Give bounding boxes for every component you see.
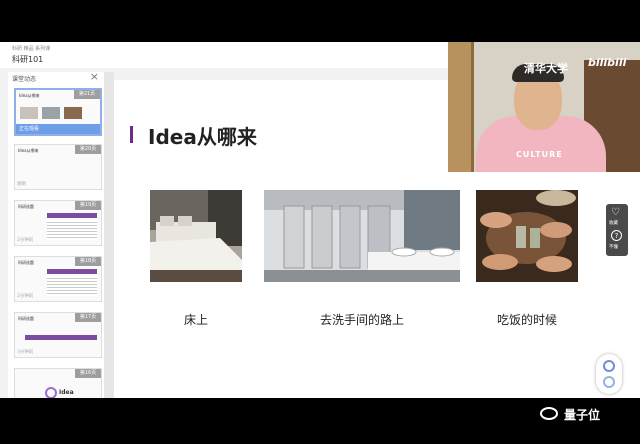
thumbnail-heading [47,269,97,274]
bed-photo [150,190,242,282]
question-label[interactable]: 不懂 [609,244,618,250]
page-badge: 第17页 [75,313,101,322]
question-icon[interactable]: ? [611,230,622,241]
photo-caption: 吃饭的时候 [496,313,557,327]
thumbnail-status: 刚刚 [17,182,26,187]
heart-icon[interactable]: ♡ [611,207,620,218]
thumbnail-status: 2分钟前 [17,294,34,299]
page-badge: 第20页 [75,145,101,154]
webcam-video: CULTURE 清华大学 bilibili [448,42,640,172]
page-badge: 第18页 [75,257,101,266]
lightbulb-icon [45,387,57,398]
favorite-label[interactable]: 收藏 [609,220,618,226]
thumbnail-title: 科研选题 [18,316,34,321]
sidebar-header: 课堂动态 [12,76,37,83]
page-badge: 第16页 [75,369,101,378]
slide-scrollbar[interactable] [104,72,114,398]
floating-tools [596,354,622,394]
slide-thumbnail[interactable]: Idea从哪来 第20页 刚刚 [14,144,102,190]
watermark-text: 量子位 [564,408,601,422]
thumbnail-status: 2分钟前 [17,238,34,243]
video-overlay-school: 清华大学 [524,62,568,75]
thumbnail-title: Idea从哪来 [18,148,39,153]
slide-thumbnail[interactable]: 科研选题 第18页 2分钟前 [14,256,102,302]
chat-icon[interactable] [603,376,615,388]
thumbnail-text-lines [47,220,97,240]
page-badge: 第19页 [75,201,101,210]
photo-caption: 床上 [183,313,208,327]
thumbnail-title: Idea [59,389,74,396]
slide-sidebar: 课堂动态 × Idea从哪来 第21页 正在观看 Idea从哪来 第20页 刚刚… [8,71,110,398]
app-frame: 科研 精品 系列课 科研101 课堂动态 × Idea从哪来 第21页 正在观看… [0,42,640,398]
bilibili-logo: bilibili [588,56,627,69]
page-badge: 第21页 [74,90,100,99]
thumbnail-title: Idea从哪来 [19,93,40,98]
side-action-panel: ♡ 收藏 ? 不懂 [606,204,628,256]
photo-caption: 去洗手间的路上 [319,313,404,327]
thumbnail-title: 科研选题 [18,260,34,265]
course-title: 科研101 [12,55,44,64]
wechat-logo-icon [540,407,558,420]
video-door [448,42,474,172]
thumbnail-heading [47,213,97,218]
thumbnail-title: 科研选题 [18,204,34,209]
title-accent-bar [130,126,133,143]
shirt-text: CULTURE [516,150,563,159]
thumbnail-status: 3分钟前 [17,350,34,355]
slide-title: Idea从哪来 [148,125,257,149]
slide-thumbnail[interactable]: Idea从哪来 第21页 正在观看 [14,88,102,136]
slide-thumbnail[interactable]: 科研选题 第19页 2分钟前 [14,200,102,246]
close-icon[interactable]: × [90,71,99,83]
tool-icon[interactable] [603,360,615,372]
slide-thumbnail[interactable]: 第16页 Idea [14,368,102,398]
thumbnail-heading [25,335,97,340]
thumbnail-status: 正在观看 [19,126,40,132]
restroom-photo [264,190,460,282]
thumbnail-text-lines [47,276,97,296]
dinner-photo [476,190,578,282]
thumbnail-images [20,104,98,119]
slide-thumbnail[interactable]: 科研选题 第17页 3分钟前 [14,312,102,358]
app-subtitle: 科研 精品 系列课 [12,46,51,52]
